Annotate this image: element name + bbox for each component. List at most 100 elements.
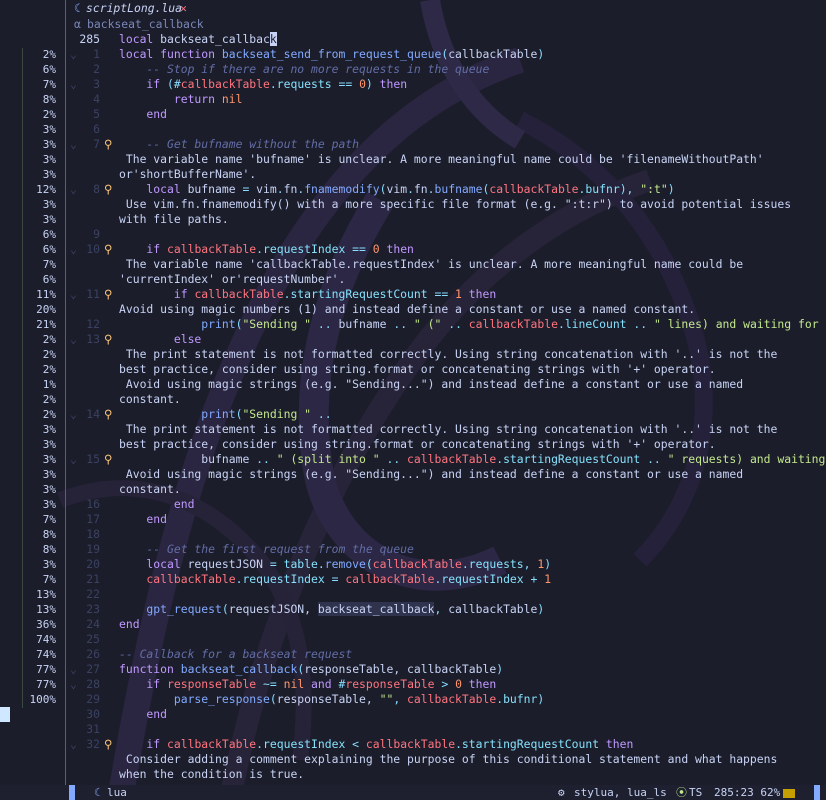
code-token: callbackTable bbox=[119, 572, 236, 586]
virtual-text-row[interactable]: Avoid using magic strings (e.g. "Sending… bbox=[66, 467, 826, 482]
code-text[interactable]: local bufname = vim.fn.fnamemodify(vim.f… bbox=[119, 182, 674, 197]
code-line[interactable]: 19 -- Get the first request from the que… bbox=[66, 542, 826, 557]
code-line[interactable]: ⌄ 28 if responseTable ~= nil and #respons… bbox=[66, 677, 826, 692]
code-line[interactable]: 24 end bbox=[66, 617, 826, 632]
code-text[interactable]: local function backseat_send_from_reques… bbox=[119, 47, 544, 62]
code-line[interactable]: 17 end bbox=[66, 512, 826, 527]
code-text[interactable]: if responseTable ~= nil and #responseTab… bbox=[119, 677, 496, 692]
code-line[interactable]: 4 return nil bbox=[66, 92, 826, 107]
virtual-text-row[interactable]: with file paths. bbox=[66, 212, 826, 227]
code-text[interactable]: end bbox=[119, 107, 167, 122]
code-text[interactable]: parse_response(responseTable, "", callba… bbox=[119, 692, 544, 707]
code-line[interactable]: ⌄ 15 ⚲ bufname .. " (split into " .. callb… bbox=[66, 452, 826, 467]
code-token: .. bbox=[441, 317, 469, 331]
code-text[interactable]: end bbox=[119, 617, 140, 632]
tab-scriptlong[interactable]: scriptLong.lua bbox=[86, 0, 182, 17]
code-line[interactable]: ⌄ 1 local function backseat_send_from_requ… bbox=[66, 47, 826, 62]
code-text[interactable]: if callbackTable.requestIndex < callback… bbox=[119, 737, 633, 752]
code-line[interactable]: 9 bbox=[66, 227, 826, 242]
code-line[interactable]: 5 end bbox=[66, 107, 826, 122]
lightbulb-icon[interactable]: ⚲ bbox=[104, 182, 112, 197]
code-line[interactable]: ⌄ 3 if (#callbackTable.requests == 0) the… bbox=[66, 77, 826, 92]
line-number: 4 bbox=[93, 92, 100, 106]
code-line[interactable]: ⌄ 13 ⚲ else bbox=[66, 332, 826, 347]
virtual-text-row[interactable]: The print statement is not formatted cor… bbox=[66, 422, 826, 437]
breadcrumb-item[interactable]: backseat_callback bbox=[87, 17, 204, 32]
lightbulb-icon[interactable]: ⚲ bbox=[104, 332, 112, 347]
code-token: vim bbox=[386, 182, 408, 196]
code-line[interactable]: 21 callbackTable.requestIndex = callback… bbox=[66, 572, 826, 587]
code-text[interactable]: gpt_request(requestJSON, backseat_callba… bbox=[119, 602, 544, 617]
virtual-text-row[interactable]: or'shortBufferName'. bbox=[66, 167, 826, 182]
virtual-text-row[interactable]: Use vim.fn.fnamemodify() with a more spe… bbox=[66, 197, 826, 212]
code-text[interactable]: end bbox=[119, 512, 167, 527]
code-line[interactable]: 18 bbox=[66, 527, 826, 542]
line-number: 7 bbox=[93, 137, 100, 151]
virtual-text-row[interactable]: The variable name 'bufname' is unclear. … bbox=[66, 152, 826, 167]
line-number: 30 bbox=[86, 707, 100, 721]
virtual-text-row[interactable]: Avoid using magic numbers (1) and instea… bbox=[66, 302, 826, 317]
code-text[interactable]: -- Callback for a backseat request bbox=[119, 647, 352, 662]
code-line[interactable]: 16 end bbox=[66, 497, 826, 512]
virtual-text-row[interactable]: The variable name 'callbackTable.request… bbox=[66, 257, 826, 272]
code-text[interactable]: else bbox=[119, 332, 201, 347]
code-text[interactable]: end bbox=[119, 707, 167, 722]
code-line[interactable]: 12 print("Sending " .. bufname .. " (" .… bbox=[66, 317, 826, 332]
virtual-text-row[interactable]: best practice, consider using string.for… bbox=[66, 362, 826, 377]
code-text[interactable]: print("Sending " .. bufname .. " (" .. c… bbox=[119, 317, 826, 332]
code-text[interactable]: return nil bbox=[119, 92, 243, 107]
code-line[interactable]: 285 local backseat_callback bbox=[66, 32, 826, 47]
ai-suggestion-text: The print statement is not formatted cor… bbox=[119, 422, 778, 436]
code-line[interactable]: ⌄ 14 ⚲ print("Sending " .. bbox=[66, 407, 826, 422]
code-text[interactable]: callbackTable.requestIndex = callbackTab… bbox=[119, 572, 551, 587]
close-icon[interactable]: ✕ bbox=[180, 0, 187, 17]
virtual-text-row[interactable]: 'currentIndex' or'requestNumber'. bbox=[66, 272, 826, 287]
code-token: == bbox=[331, 77, 360, 91]
code-token: table bbox=[283, 557, 318, 571]
code-text[interactable]: if callbackTable.requestIndex == 0 then bbox=[119, 242, 414, 257]
code-text[interactable]: end bbox=[119, 497, 195, 512]
code-text[interactable]: -- Get the first request from the queue bbox=[119, 542, 413, 557]
code-text[interactable]: if (#callbackTable.requests == 0) then bbox=[119, 77, 407, 92]
code-line[interactable]: 31 bbox=[66, 722, 826, 737]
code-line[interactable]: ⌄ 8 ⚲ local bufname = vim.fn.fnamemodify(v… bbox=[66, 182, 826, 197]
lightbulb-icon[interactable]: ⚲ bbox=[104, 407, 112, 422]
lightbulb-icon[interactable]: ⚲ bbox=[104, 287, 112, 302]
code-line[interactable]: ⌄ 11 ⚲ if callbackTable.startingRequestCou… bbox=[66, 287, 826, 302]
code-line[interactable]: 25 bbox=[66, 632, 826, 647]
code-line[interactable]: 30 end bbox=[66, 707, 826, 722]
code-line[interactable]: ⌄ 32 ⚲ if callbackTable.requestIndex < cal… bbox=[66, 737, 826, 752]
lightbulb-icon[interactable]: ⚲ bbox=[104, 137, 112, 152]
code-line[interactable]: 6 bbox=[66, 122, 826, 137]
virtual-text-row[interactable]: best practice, consider using string.for… bbox=[66, 437, 826, 452]
virtual-text-row[interactable]: Consider adding a comment explaining the… bbox=[66, 752, 826, 767]
code-text[interactable]: bufname .. " (split into " .. callbackTa… bbox=[119, 452, 826, 467]
lightbulb-icon[interactable]: ⚲ bbox=[104, 242, 112, 257]
code-text[interactable]: if callbackTable.startingRequestCount ==… bbox=[119, 287, 496, 302]
code-text[interactable]: print("Sending " .. bbox=[119, 407, 331, 422]
code-line[interactable]: 23 gpt_request(requestJSON, backseat_cal… bbox=[66, 602, 826, 617]
code-line[interactable]: 2 -- Stop if there are no more requests … bbox=[66, 62, 826, 77]
code-text[interactable]: local backseat_callback bbox=[119, 32, 277, 47]
code-line[interactable]: 22 bbox=[66, 587, 826, 602]
code-text[interactable]: -- Get bufname without the path bbox=[119, 137, 359, 152]
code-text[interactable]: function backseat_callback(responseTable… bbox=[119, 662, 503, 677]
code-line[interactable]: 20 local requestJSON = table.remove(call… bbox=[66, 557, 826, 572]
lightbulb-icon[interactable]: ⚲ bbox=[104, 452, 112, 467]
virtual-text-row[interactable]: constant. bbox=[66, 392, 826, 407]
virtual-text-row[interactable]: Avoid using magic strings (e.g. "Sending… bbox=[66, 377, 826, 392]
code-text[interactable]: local requestJSON = table.remove(callbac… bbox=[119, 557, 551, 572]
code-line[interactable]: 26 -- Callback for a backseat request bbox=[66, 647, 826, 662]
code-line[interactable]: 29 parse_response(responseTable, "", cal… bbox=[66, 692, 826, 707]
lightbulb-icon[interactable]: ⚲ bbox=[104, 737, 112, 752]
editor-window[interactable]: ☾ scriptLong.lua ✕ α backseat_callback 2… bbox=[66, 0, 826, 785]
code-token: ), bbox=[619, 182, 641, 196]
code-line[interactable]: ⌄ 7 ⚲ -- Get bufname without the path bbox=[66, 137, 826, 152]
code-line[interactable]: ⌄ 10 ⚲ if callbackTable.requestIndex == 0 … bbox=[66, 242, 826, 257]
virtual-text-row[interactable]: when the condition is true. bbox=[66, 767, 826, 782]
virtual-text-row[interactable]: constant. bbox=[66, 482, 826, 497]
code-line[interactable]: ⌄ 27 function backseat_callback(responseTa… bbox=[66, 662, 826, 677]
ai-suggestion-text: best practice, consider using string.for… bbox=[119, 362, 716, 376]
virtual-text-row[interactable]: The print statement is not formatted cor… bbox=[66, 347, 826, 362]
code-text[interactable]: -- Stop if there are no more requests in… bbox=[119, 62, 489, 77]
